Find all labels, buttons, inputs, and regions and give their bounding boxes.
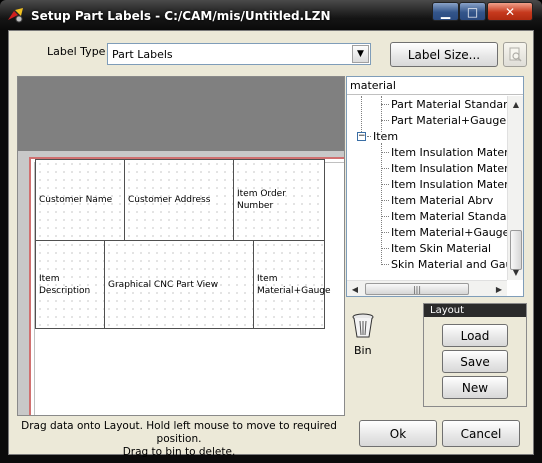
tree-guide-line [381,104,389,105]
bin-icon [352,313,374,338]
tree-item[interactable]: Part Material Standard [391,98,514,111]
tree-vertical-scrollbar[interactable]: ▲ ▼ [507,96,523,280]
scroll-left-icon[interactable]: ◀ [347,281,363,296]
tree-item[interactable]: Item Material Abrv [391,194,493,207]
save-button[interactable]: Save [442,350,508,373]
layout-field-cell[interactable]: Customer Name [35,159,125,241]
tree-guide-line [381,248,389,249]
layout-field-cell[interactable]: Item Description [35,240,105,329]
new-button-label: New [461,380,489,395]
label-size-button-label: Label Size... [407,47,481,62]
tree-item[interactable]: Item Skin Material [391,242,491,255]
label-layout-canvas[interactable]: Customer Name Customer Address Item Orde… [17,76,345,416]
save-button-label: Save [460,354,490,369]
label-type-dropdown[interactable]: Part Labels ▼ [107,43,371,65]
load-button[interactable]: Load [442,324,508,347]
load-button-label: Load [460,328,490,343]
tree-guide-line [381,120,389,121]
tree-guide-line [381,168,389,169]
tree-item[interactable]: Item Material+Gauge [391,226,509,239]
tree-guide-line [367,136,371,137]
tree-item[interactable]: Item Insulation Material Abrv [391,162,523,175]
ok-button[interactable]: Ok [359,420,437,447]
title-bar[interactable]: Setup Part Labels - C:/CAM/mis/Untitled.… [0,0,542,30]
drag-hint-text: Drag data onto Layout. Hold left mouse t… [14,420,344,459]
cancel-button-label: Cancel [460,426,502,441]
tree-filter-input[interactable]: material [347,77,523,95]
cancel-button[interactable]: Cancel [442,420,520,447]
collapse-icon[interactable]: − [357,132,366,141]
tree-guide-line [381,264,389,265]
ok-button-label: Ok [389,426,407,441]
maximize-icon: □ [466,4,479,19]
print-preview-icon [509,47,522,62]
maximize-button[interactable]: □ [459,2,486,21]
layout-field-cell[interactable]: Customer Address [124,159,234,241]
label-type-value: Part Labels [112,48,173,61]
window-title: Setup Part Labels - C:/CAM/mis/Untitled.… [31,9,331,23]
tree-item[interactable]: Skin Material and Gauge [391,258,523,271]
setup-part-labels-window: Setup Part Labels - C:/CAM/mis/Untitled.… [0,0,542,463]
layout-field-cell[interactable]: Item Material+Gauge [253,240,331,329]
new-button[interactable]: New [442,376,508,399]
tree-guide-line [381,152,389,153]
layout-group: Layout Load Save New [423,303,527,407]
app-icon [8,8,23,23]
minimize-icon: ▁ [440,4,451,19]
scroll-down-icon[interactable]: ▼ [508,264,523,280]
tree-guide-line [381,232,389,233]
tree-horizontal-scrollbar[interactable]: ◀ ||| ▶ [347,280,507,296]
drag-hint-line: Drag to bin to delete. [122,446,236,458]
tree-guide-line [381,200,389,201]
tree-guide-line [381,184,389,185]
scroll-right-icon[interactable]: ▶ [491,281,507,296]
horizontal-scroll-thumb[interactable]: ||| [365,283,469,295]
data-fields-tree[interactable]: material − Part Material Standard Part M… [346,76,524,297]
tree-guide-line [381,216,389,217]
layout-field-cell[interactable]: Item Order Number [233,159,325,241]
minimize-button[interactable]: ▁ [432,2,459,21]
tree-item[interactable]: Item Insulation Material [391,146,522,159]
bin-label: Bin [354,344,372,357]
tree-item[interactable]: Part Material+Gauge [391,114,506,127]
bin-drop-target[interactable]: Bin [349,313,379,359]
tree-item[interactable]: Item Material Standard [391,210,518,223]
label-type-label: Label Type [47,45,106,58]
chevron-down-icon[interactable]: ▼ [352,45,369,63]
close-icon: ✕ [504,4,516,19]
layout-group-title: Layout [424,304,526,317]
tree-item-group[interactable]: Item [373,130,398,143]
label-size-button[interactable]: Label Size... [390,42,498,67]
tree-guide-line [361,96,362,136]
print-preview-button[interactable] [503,42,527,67]
tree-guide-line [381,96,382,132]
tree-item[interactable]: Item Insulation Material+Gauge [391,178,523,191]
canvas-background [18,77,344,151]
dialog-body: Label Type Part Labels ▼ Label Size... C… [8,30,534,458]
drag-hint-line: Drag data onto Layout. Hold left mouse t… [21,420,337,445]
close-button[interactable]: ✕ [487,2,533,21]
tree-guide-line [381,143,382,263]
scroll-up-icon[interactable]: ▲ [508,96,523,112]
layout-field-cell[interactable]: Graphical CNC Part View [104,240,254,329]
label-page[interactable]: Customer Name Customer Address Item Orde… [29,157,344,415]
